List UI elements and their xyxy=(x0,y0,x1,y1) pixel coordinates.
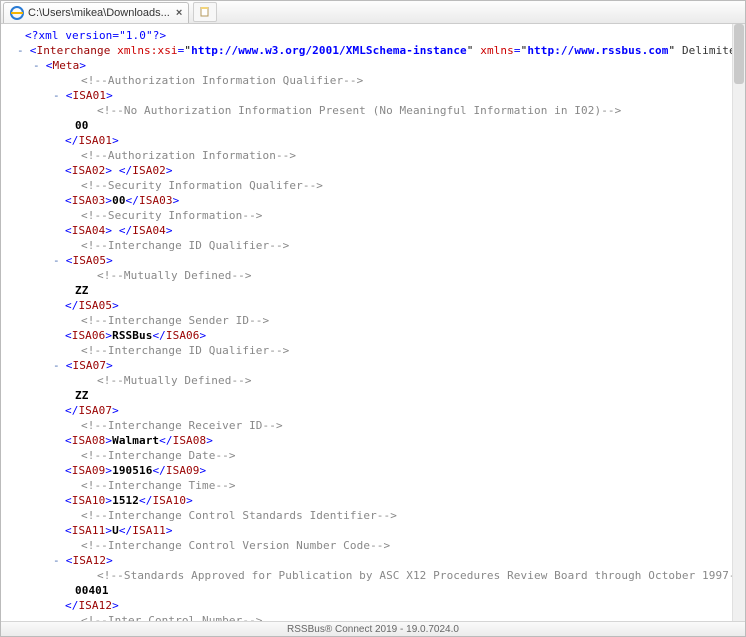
xml-comment: <!--Standards Approved for Publication b… xyxy=(11,568,733,583)
xml-comment: <!--Interchange Date--> xyxy=(11,448,733,463)
new-tab-button[interactable] xyxy=(193,2,217,22)
xml-element-ISA02: <ISA02> </ISA02> xyxy=(11,163,733,178)
collapse-toggle[interactable]: - xyxy=(53,554,60,567)
interchange-open[interactable]: -<Interchange xmlns:xsi="http://www.w3.o… xyxy=(11,43,733,58)
xml-element-ISA08: <ISA08>Walmart</ISA08> xyxy=(11,433,733,448)
collapse-toggle[interactable]: - xyxy=(33,59,40,72)
scroll-thumb[interactable] xyxy=(734,24,744,84)
xml-comment: <!--Authorization Information Qualifier-… xyxy=(11,73,733,88)
xml-comment: <!--Interchange Time--> xyxy=(11,478,733,493)
xml-comment: <!--Interchange Receiver ID--> xyxy=(11,418,733,433)
xml-open-ISA05[interactable]: -<ISA05> xyxy=(11,253,733,268)
collapse-toggle[interactable]: - xyxy=(17,44,24,57)
xml-close-ISA07: </ISA07> xyxy=(11,403,733,418)
xml-element-ISA10: <ISA10>1512</ISA10> xyxy=(11,493,733,508)
collapse-toggle[interactable]: - xyxy=(53,89,60,102)
tab-bar: C:\Users\mikea\Downloads... × xyxy=(1,1,745,24)
xml-text: 00401 xyxy=(11,583,733,598)
xml-element-ISA09: <ISA09>190516</ISA09> xyxy=(11,463,733,478)
xml-element-ISA04: <ISA04> </ISA04> xyxy=(11,223,733,238)
xml-comment: <!--Mutually Defined--> xyxy=(11,373,733,388)
xml-viewer[interactable]: <?xml version="1.0"?>-<Interchange xmlns… xyxy=(1,24,733,622)
xml-text: ZZ xyxy=(11,283,733,298)
xml-comment: <!--Interchange ID Qualifier--> xyxy=(11,343,733,358)
xml-comment: <!--Interchange Control Standards Identi… xyxy=(11,508,733,523)
status-bar: RSSBus® Connect 2019 - 19.0.7024.0 xyxy=(1,621,745,636)
status-text: RSSBus® Connect 2019 - 19.0.7024.0 xyxy=(287,624,459,635)
xml-open-ISA01[interactable]: -<ISA01> xyxy=(11,88,733,103)
xml-comment: <!--Mutually Defined--> xyxy=(11,268,733,283)
collapse-toggle[interactable]: - xyxy=(53,359,60,372)
collapse-toggle[interactable]: - xyxy=(53,254,60,267)
xml-close-ISA12: </ISA12> xyxy=(11,598,733,613)
xml-element-ISA11: <ISA11>U</ISA11> xyxy=(11,523,733,538)
app-window: C:\Users\mikea\Downloads... × <?xml vers… xyxy=(0,0,746,637)
tab-close-button[interactable]: × xyxy=(176,7,182,19)
xml-element-ISA06: <ISA06>RSSBus</ISA06> xyxy=(11,328,733,343)
xml-comment: <!--Authorization Information--> xyxy=(11,148,733,163)
xml-open-ISA12[interactable]: -<ISA12> xyxy=(11,553,733,568)
xml-comment: <!--Interchange Control Version Number C… xyxy=(11,538,733,553)
meta-open[interactable]: -<Meta> xyxy=(11,58,733,73)
tab-title: C:\Users\mikea\Downloads... xyxy=(28,7,170,19)
document-icon xyxy=(200,7,210,17)
xml-comment: <!--Security Information Qualifer--> xyxy=(11,178,733,193)
xml-text: 00 xyxy=(11,118,733,133)
xml-close-ISA05: </ISA05> xyxy=(11,298,733,313)
xml-comment: <!--Interchange ID Qualifier--> xyxy=(11,238,733,253)
xml-comment: <!--Security Information--> xyxy=(11,208,733,223)
xml-close-ISA01: </ISA01> xyxy=(11,133,733,148)
xml-comment: <!--Interchange Sender ID--> xyxy=(11,313,733,328)
xml-text: ZZ xyxy=(11,388,733,403)
xml-declaration: <?xml version="1.0"?> xyxy=(11,28,733,43)
ie-icon xyxy=(10,6,24,20)
xml-open-ISA07[interactable]: -<ISA07> xyxy=(11,358,733,373)
xml-comment: <!--No Authorization Information Present… xyxy=(11,103,733,118)
browser-tab[interactable]: C:\Users\mikea\Downloads... × xyxy=(3,2,189,23)
vertical-scrollbar[interactable] xyxy=(732,24,745,622)
xml-element-ISA03: <ISA03>00</ISA03> xyxy=(11,193,733,208)
